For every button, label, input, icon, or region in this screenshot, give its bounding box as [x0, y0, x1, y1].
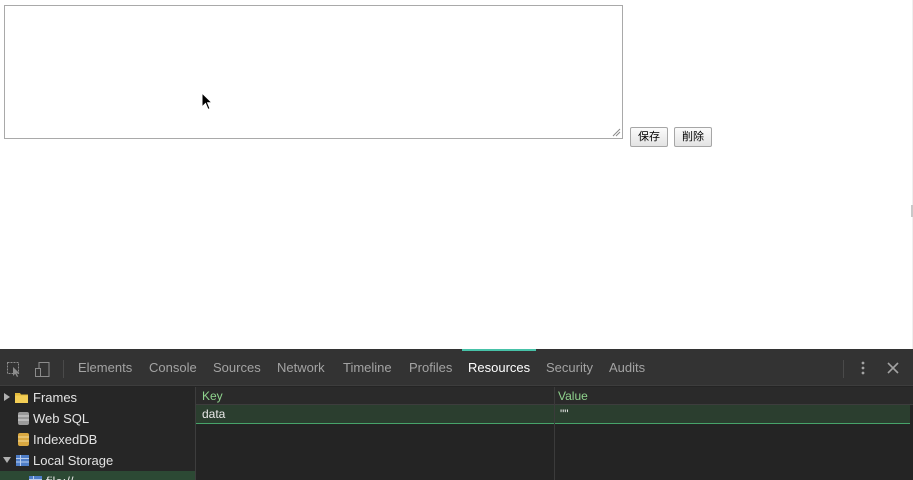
- column-header-value[interactable]: Value: [558, 387, 588, 405]
- device-mode-icon[interactable]: [34, 361, 50, 377]
- sidebar-item-web-sql[interactable]: Web SQL: [0, 408, 195, 429]
- sidebar-item-indexeddb[interactable]: IndexedDB: [0, 429, 195, 450]
- sidebar-item-label: Local Storage: [33, 453, 114, 468]
- sidebar-item-label: file://: [46, 471, 73, 480]
- tab-security[interactable]: Security: [546, 349, 593, 386]
- page-viewport: 保存 削除: [0, 0, 913, 349]
- collapse-arrow-icon[interactable]: [3, 456, 11, 464]
- cell-value[interactable]: "": [560, 405, 569, 423]
- more-options-icon[interactable]: [857, 360, 869, 376]
- sidebar-item-frames[interactable]: Frames: [0, 387, 195, 408]
- folder-icon: [15, 393, 28, 403]
- save-button[interactable]: 保存: [630, 127, 668, 147]
- sidebar-item-local-storage[interactable]: Local Storage: [0, 450, 195, 471]
- delete-button[interactable]: 削除: [674, 127, 712, 147]
- column-header-key[interactable]: Key: [202, 387, 223, 405]
- table-icon: [16, 455, 29, 466]
- tab-resources[interactable]: Resources: [461, 349, 537, 386]
- sidebar-item-label: Web SQL: [33, 411, 90, 426]
- toolbar-divider: [63, 360, 64, 378]
- storage-data-grid: Key Value data "": [196, 387, 913, 480]
- tab-console[interactable]: Console: [149, 349, 197, 386]
- close-icon[interactable]: [885, 360, 901, 376]
- tab-timeline[interactable]: Timeline: [343, 349, 392, 386]
- table-icon: [29, 476, 42, 480]
- toolbar-divider: [843, 360, 844, 378]
- column-divider[interactable]: [554, 387, 555, 480]
- mouse-cursor-icon: [201, 92, 213, 111]
- database-icon: [18, 433, 29, 446]
- sidebar-item-label: Frames: [33, 390, 78, 405]
- tab-audits[interactable]: Audits: [609, 349, 645, 386]
- inspect-element-icon[interactable]: [6, 361, 22, 377]
- tab-sources[interactable]: Sources: [213, 349, 261, 386]
- expand-arrow-icon[interactable]: [3, 393, 11, 401]
- sidebar-item-label: IndexedDB: [33, 432, 98, 447]
- devtools-toolbar: Elements Console Sources Network Timelin…: [0, 349, 913, 386]
- tab-network[interactable]: Network: [277, 349, 325, 386]
- resources-sidebar: Frames Web SQL IndexedDB Local Storage: [0, 387, 196, 480]
- text-input-area[interactable]: [4, 5, 623, 139]
- sidebar-item-file-origin[interactable]: file://: [0, 471, 195, 480]
- cell-key[interactable]: data: [202, 405, 225, 423]
- resize-grip-icon[interactable]: [612, 128, 621, 137]
- tab-profiles[interactable]: Profiles: [409, 349, 452, 386]
- database-icon: [18, 412, 29, 425]
- table-row[interactable]: data "": [196, 405, 910, 424]
- devtools-panel: Elements Console Sources Network Timelin…: [0, 349, 913, 480]
- tab-elements[interactable]: Elements: [78, 349, 132, 386]
